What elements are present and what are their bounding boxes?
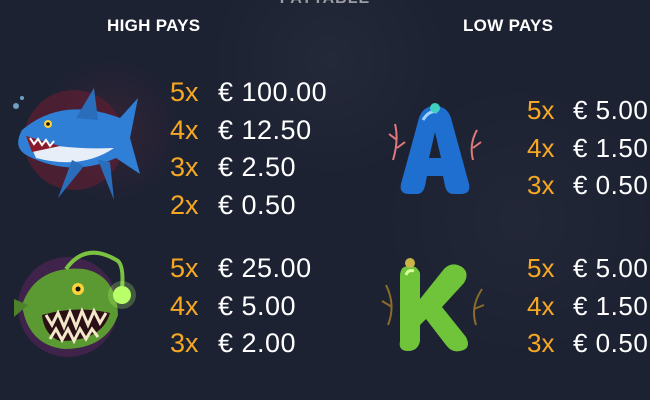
multiplier: 3x xyxy=(527,328,555,359)
pay-row: 5x € 25.00 xyxy=(170,250,312,288)
multiplier: 2x xyxy=(170,189,199,220)
anglerfish-paytable: 5x € 25.00 4x € 5.00 3x € 2.00 xyxy=(170,250,312,363)
pay-row: 3x € 2.00 xyxy=(170,325,312,363)
payout-amount: € 25.00 xyxy=(218,253,312,284)
pay-row: 4x € 5.00 xyxy=(170,288,312,326)
payout-amount: € 2.50 xyxy=(218,152,297,183)
letter-k-icon xyxy=(378,255,488,355)
letter-k-paytable: 5x € 5.00 4x € 1.50 3x € 0.50 xyxy=(527,250,648,363)
pay-row: 5x € 5.00 xyxy=(527,92,648,130)
multiplier: 4x xyxy=(527,132,555,163)
payout-amount: € 0.50 xyxy=(573,328,649,359)
page-title-partial: PAYTABLE xyxy=(0,0,650,8)
shark-icon xyxy=(2,78,142,218)
multiplier: 4x xyxy=(170,114,199,145)
multiplier: 3x xyxy=(527,170,555,201)
pay-row: 3x € 0.50 xyxy=(527,167,648,205)
payout-amount: € 100.00 xyxy=(218,77,328,108)
multiplier: 4x xyxy=(170,290,199,321)
high-pays-heading: HIGH PAYS xyxy=(107,16,201,35)
letter-a-icon xyxy=(385,100,485,200)
payout-amount: € 1.50 xyxy=(573,290,649,321)
pay-row: 4x € 1.50 xyxy=(527,288,648,326)
shark-paytable: 5x € 100.00 4x € 12.50 3x € 2.50 2x € 0.… xyxy=(170,74,327,224)
pay-row: 3x € 0.50 xyxy=(527,325,648,363)
pay-row: 4x € 1.50 xyxy=(527,130,648,168)
pay-row: 3x € 2.50 xyxy=(170,149,327,187)
pay-row: 4x € 12.50 xyxy=(170,112,327,150)
multiplier: 5x xyxy=(170,77,199,108)
multiplier: 5x xyxy=(170,253,199,284)
multiplier: 5x xyxy=(527,95,555,126)
payout-amount: € 5.00 xyxy=(218,290,297,321)
payout-amount: € 5.00 xyxy=(573,253,649,284)
payout-amount: € 12.50 xyxy=(218,114,312,145)
multiplier: 3x xyxy=(170,152,199,183)
payout-amount: € 0.50 xyxy=(218,189,297,220)
multiplier: 5x xyxy=(527,253,555,284)
multiplier: 3x xyxy=(170,328,199,359)
letter-a-paytable: 5x € 5.00 4x € 1.50 3x € 0.50 xyxy=(527,92,648,205)
anglerfish-icon xyxy=(6,245,136,365)
payout-amount: € 5.00 xyxy=(573,95,649,126)
payout-amount: € 1.50 xyxy=(573,132,649,163)
pay-row: 5x € 100.00 xyxy=(170,74,327,112)
multiplier: 4x xyxy=(527,290,555,321)
payout-amount: € 0.50 xyxy=(573,170,649,201)
payout-amount: € 2.00 xyxy=(218,328,297,359)
pay-row: 5x € 5.00 xyxy=(527,250,648,288)
low-pays-heading: LOW PAYS xyxy=(463,16,554,35)
pay-row: 2x € 0.50 xyxy=(170,187,327,225)
